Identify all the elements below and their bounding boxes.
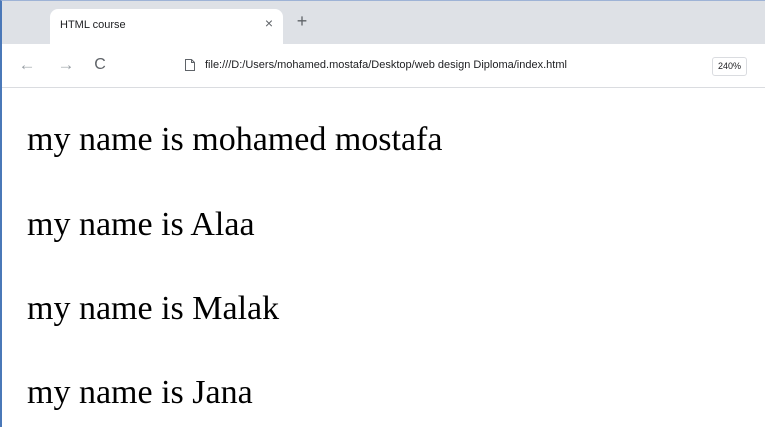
paragraph-3: my name is Malak xyxy=(27,290,280,327)
zoom-level-badge[interactable]: 240% xyxy=(712,57,748,76)
forward-arrow-icon[interactable]: → xyxy=(56,55,76,75)
new-tab-icon[interactable]: + xyxy=(292,11,312,31)
url-text[interactable]: file:///D:/Users/mohamed.mostafa/Desktop… xyxy=(205,59,567,71)
paragraph-4: my name is Jana xyxy=(27,374,253,411)
browser-tab[interactable]: HTML course × xyxy=(50,9,283,44)
page-content: my name is mohamed mostafa my name is Al… xyxy=(4,88,765,428)
page-icon[interactable] xyxy=(185,59,195,71)
paragraph-2: my name is Alaa xyxy=(27,206,255,243)
address-bar[interactable]: file:///D:/Users/mohamed.mostafa/Desktop… xyxy=(174,51,765,81)
close-tab-icon[interactable]: × xyxy=(261,15,277,31)
browser-window: HTML course × + ← → C file:///D:/Users/m… xyxy=(0,0,765,428)
reload-icon[interactable]: C xyxy=(90,55,110,75)
tab-strip: HTML course × + xyxy=(2,1,765,44)
back-arrow-icon[interactable]: ← xyxy=(17,55,37,75)
browser-toolbar: ← → C file:///D:/Users/mohamed.mostafa/D… xyxy=(2,44,765,88)
tab-title: HTML course xyxy=(60,19,126,31)
paragraph-1: my name is mohamed mostafa xyxy=(27,121,443,158)
